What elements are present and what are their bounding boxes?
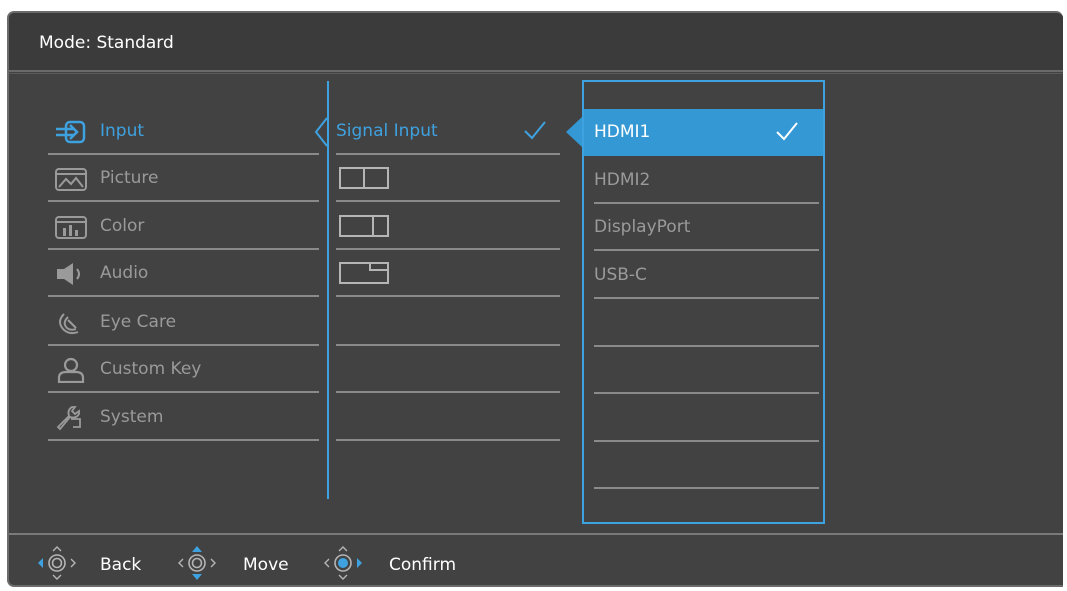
joystick-press-icon bbox=[322, 543, 364, 585]
row-divider bbox=[594, 392, 819, 394]
menu-item-color[interactable]: Color bbox=[48, 203, 319, 250]
row-divider bbox=[594, 249, 819, 251]
row-divider bbox=[594, 487, 819, 489]
selection-pointer-icon bbox=[566, 117, 582, 147]
submenu-item-signal-input[interactable]: Signal Input bbox=[336, 108, 560, 155]
osd-menu: Mode: Standard Input Picture Color Audio… bbox=[7, 11, 1063, 587]
menu-item-picture[interactable]: Picture bbox=[48, 155, 319, 202]
picture-icon bbox=[54, 166, 88, 192]
source-item-label: HDMI2 bbox=[594, 170, 651, 190]
pip-layout-icon bbox=[339, 261, 391, 289]
confirm-hint-label: Confirm bbox=[389, 555, 457, 575]
source-item-empty bbox=[594, 442, 819, 489]
row-divider bbox=[336, 295, 560, 297]
submenu-item-label: Signal Input bbox=[336, 121, 438, 141]
submenu-item-pbp-alt[interactable] bbox=[336, 203, 560, 250]
person-icon bbox=[54, 357, 88, 384]
move-hint-label: Move bbox=[243, 555, 289, 575]
menu-item-system[interactable]: System bbox=[48, 394, 319, 441]
joystick-down-icon bbox=[176, 543, 218, 585]
pbp-layout-alt-icon bbox=[339, 214, 391, 242]
menu-item-input[interactable]: Input bbox=[48, 108, 319, 155]
submenu-item-pip[interactable] bbox=[336, 250, 560, 297]
row-divider bbox=[336, 391, 560, 393]
menu-item-label: Picture bbox=[100, 168, 159, 188]
source-item-hdmi1[interactable]: HDMI1 bbox=[584, 109, 823, 156]
input-icon bbox=[54, 119, 88, 145]
mode-label: Mode: Standard bbox=[39, 33, 174, 53]
submenu-item-empty bbox=[336, 394, 560, 441]
selection-caret-icon bbox=[314, 117, 328, 147]
source-item-empty bbox=[594, 347, 819, 394]
eye-care-icon bbox=[54, 310, 88, 336]
speaker-icon bbox=[54, 261, 88, 287]
joystick-left-icon bbox=[36, 543, 78, 585]
row-divider bbox=[48, 200, 319, 202]
menu-item-label: Audio bbox=[100, 263, 149, 283]
submenu-item-pbp[interactable] bbox=[336, 155, 560, 202]
submenu-item-empty bbox=[336, 346, 560, 393]
menu-item-eye-care[interactable]: Eye Care bbox=[48, 299, 319, 346]
source-item-label: USB-C bbox=[594, 265, 647, 285]
submenu-item-empty bbox=[336, 299, 560, 346]
header-divider bbox=[9, 73, 1063, 74]
checkmark-icon bbox=[775, 120, 799, 146]
source-item-displayport[interactable]: DisplayPort bbox=[594, 204, 819, 251]
checkmark-icon bbox=[523, 119, 547, 145]
menu-item-audio[interactable]: Audio bbox=[48, 250, 319, 297]
row-divider bbox=[48, 439, 319, 441]
menu-item-label: Input bbox=[100, 121, 145, 141]
row-divider bbox=[336, 439, 560, 441]
osd-header: Mode: Standard bbox=[9, 13, 1063, 72]
menu-item-label: System bbox=[100, 407, 164, 427]
row-divider bbox=[48, 391, 319, 393]
source-item-label: DisplayPort bbox=[594, 217, 691, 237]
row-divider bbox=[48, 295, 319, 297]
source-item-hdmi2[interactable]: HDMI2 bbox=[594, 157, 819, 204]
row-divider bbox=[594, 297, 819, 299]
menu-item-label: Color bbox=[100, 216, 145, 236]
source-item-usb-c[interactable]: USB-C bbox=[594, 252, 819, 299]
color-icon bbox=[54, 214, 88, 240]
menu-item-label: Eye Care bbox=[100, 312, 177, 332]
back-hint-label: Back bbox=[100, 555, 142, 575]
source-item-empty bbox=[594, 395, 819, 442]
source-item-label: HDMI1 bbox=[594, 122, 651, 142]
wrench-icon bbox=[54, 405, 88, 431]
row-divider bbox=[336, 200, 560, 202]
key-guide-footer: Back Move Confirm bbox=[9, 535, 1063, 585]
source-list-panel: HDMI1 HDMI2 DisplayPort USB-C bbox=[582, 80, 825, 524]
menu-item-custom-key[interactable]: Custom Key bbox=[48, 346, 319, 393]
menu-item-label: Custom Key bbox=[100, 359, 202, 379]
pbp-layout-icon bbox=[339, 166, 391, 194]
source-item-empty bbox=[594, 300, 819, 347]
